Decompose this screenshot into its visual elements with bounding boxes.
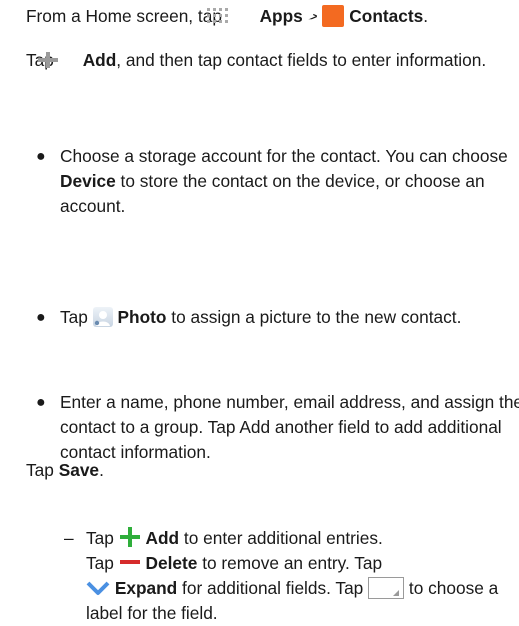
- bullet-dot: ●: [36, 148, 46, 165]
- sub-text-2: to enter additional entries.: [183, 528, 383, 548]
- expand-label: Expand: [114, 578, 178, 598]
- save-label: Save: [58, 460, 100, 480]
- photo-icon: [92, 307, 113, 327]
- bullet-dot: ●: [36, 394, 46, 411]
- step-3-period: .: [99, 460, 104, 480]
- step-1-period: .: [423, 6, 429, 26]
- step-3: 3.Tap Save.: [3, 458, 519, 483]
- bullet-photo: ● Tap Photo to assign a picture to the n…: [36, 305, 519, 330]
- step-2-number: 2.: [3, 48, 26, 73]
- bullet-3-text: Enter a name, phone number, email addres…: [60, 392, 519, 462]
- step-3-number: 3.: [3, 458, 26, 483]
- bullet-2-tap: Tap: [60, 307, 88, 327]
- add-label: Add: [82, 50, 117, 70]
- apps-label: Apps: [259, 6, 303, 26]
- step-2: 2.Tap Add, and then tap contact fields t…: [3, 48, 519, 73]
- sub-tap-2: Tap: [86, 553, 114, 573]
- delete-label: Delete: [145, 553, 198, 573]
- add-plus-grey-icon: [37, 50, 83, 70]
- label-dropdown-icon: [368, 577, 405, 599]
- apps-grid-icon: [206, 6, 255, 26]
- step-2-text: , and then tap contact fields to enter i…: [116, 50, 487, 70]
- sub-bullet-dash: –: [64, 528, 74, 548]
- sub-add-label: Add: [145, 528, 180, 548]
- step-1-number: 1.: [3, 4, 26, 29]
- delete-minus-red-icon: [119, 551, 141, 573]
- contacts-label: Contacts: [349, 6, 424, 26]
- bullet-storage-account: ● Choose a storage account for the conta…: [36, 144, 519, 219]
- sub-bullet-field-actions: – Tap Add to enter additional entries. T…: [62, 526, 519, 626]
- bullet-dot: ●: [36, 309, 46, 326]
- sub-text-4: to remove an entry. Tap: [202, 553, 383, 573]
- step-3-tap: Tap: [26, 460, 54, 480]
- bullet-1-text-b: to store the contact on the device, or c…: [60, 171, 485, 216]
- step-1: 1.From a Home screen, tap Apps > Contact…: [3, 4, 519, 29]
- bullet-1-text-a: Choose a storage account for the contact…: [60, 146, 508, 166]
- contacts-icon: [303, 5, 345, 27]
- bullet-enter-details: ● Enter a name, phone number, email addr…: [36, 390, 519, 465]
- bullet-2-text: to assign a picture to the new contact.: [171, 307, 462, 327]
- device-label: Device: [60, 171, 116, 191]
- step-1-text: From a Home screen, tap: [26, 6, 222, 26]
- sub-text-5: for additional fields. Tap: [182, 578, 364, 598]
- add-plus-green-icon: [119, 526, 141, 548]
- expand-chevron-icon: [86, 578, 110, 598]
- photo-label: Photo: [117, 307, 167, 327]
- sub-tap-1: Tap: [86, 528, 114, 548]
